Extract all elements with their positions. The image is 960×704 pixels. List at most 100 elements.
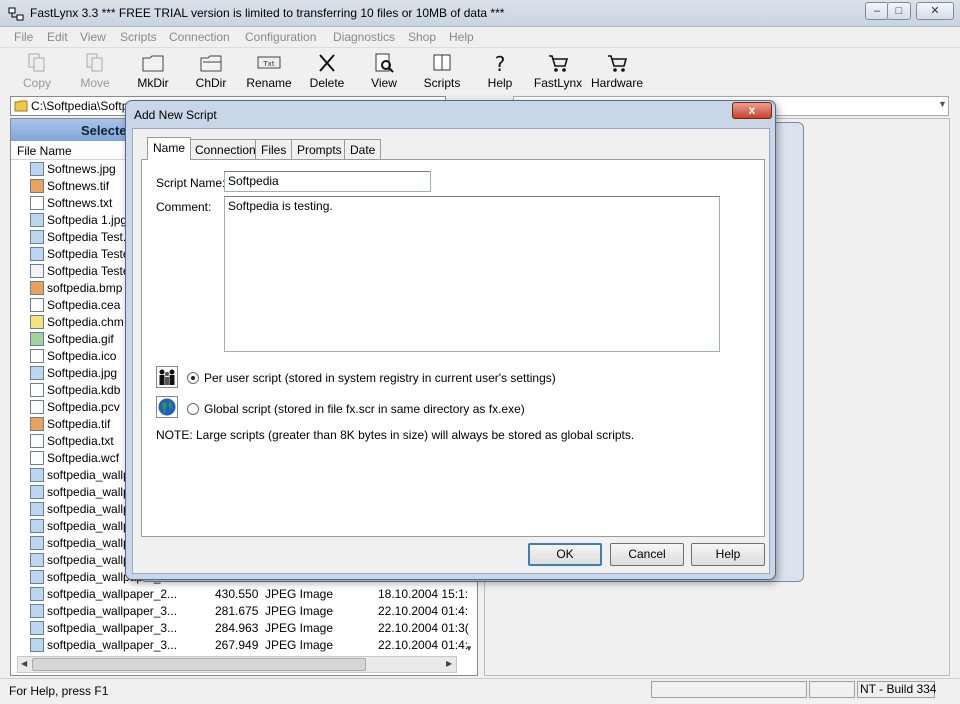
file-icon <box>30 162 44 176</box>
file-type: JPEG Image <box>265 621 334 635</box>
view-button[interactable]: View <box>361 50 407 92</box>
scripts-button[interactable]: Scripts <box>419 50 465 92</box>
file-icon <box>30 298 44 312</box>
file-icon <box>30 587 44 601</box>
tab-files[interactable]: Files <box>255 139 293 159</box>
file-size: 281.675 <box>215 604 259 618</box>
per-user-option-label[interactable]: Per user script (stored in system regist… <box>204 371 556 385</box>
file-icon <box>30 332 44 346</box>
help-button[interactable]: ? Help <box>477 50 523 92</box>
file-name: Softpedia Teste <box>47 264 130 278</box>
status-bar: For Help, press F1 NT - Build 334 <box>0 678 960 704</box>
file-name: softpedia_wallp <box>47 468 130 482</box>
shopping-cart-icon <box>608 55 628 72</box>
status-panel <box>651 681 807 698</box>
file-icon <box>30 196 44 210</box>
file-name: softpedia_wallpaper_3... <box>47 621 178 635</box>
note-text: NOTE: Large scripts (greater than 8K byt… <box>156 428 635 442</box>
radio-selected-dot <box>191 376 195 380</box>
file-date: 22.10.2004 01:4: <box>378 638 469 652</box>
file-name: softpedia.bmp <box>47 281 123 295</box>
toolbar: Copy Move MkDir ChDir Txt Rename Delete … <box>0 48 960 94</box>
chdir-button[interactable]: ChDir <box>188 50 234 92</box>
copy-button[interactable]: Copy <box>14 50 60 92</box>
add-new-script-dialog: Add New Script x Name Connection Files P… <box>125 100 776 580</box>
menu-configuration[interactable]: Configuration <box>245 30 316 44</box>
menu-help[interactable]: Help <box>449 30 474 44</box>
left-path-text: C:\Softpedia\Softp <box>31 99 129 113</box>
scroll-right-arrow-icon[interactable]: ▶ <box>446 659 452 668</box>
scroll-left-arrow-icon[interactable]: ◀ <box>21 659 27 668</box>
global-option-label[interactable]: Global script (stored in file fx.scr in … <box>204 402 525 416</box>
file-name: Softpedia.gif <box>47 332 114 346</box>
file-name: softpedia_wallp <box>47 519 130 533</box>
window-close-button[interactable]: ✕ <box>916 2 954 20</box>
file-icon <box>30 451 44 465</box>
file-name: Softpedia.jpg <box>47 366 118 380</box>
file-icon <box>30 315 44 329</box>
file-row[interactable]: softpedia_wallpaper_3... 281.675 JPEG Imag… <box>11 603 471 620</box>
copy-icon <box>28 53 45 72</box>
ok-button[interactable]: OK <box>528 543 602 566</box>
fastlynx-shop-button[interactable]: FastLynx <box>533 50 583 92</box>
tab-strip: Name Connection Files Prompts Date <box>141 137 741 160</box>
file-name: Softnews.jpg <box>47 162 116 176</box>
file-size: 430.550 <box>215 587 259 601</box>
file-icon <box>30 519 44 533</box>
menu-file[interactable]: File <box>14 30 33 44</box>
file-date: 18.10.2004 15:1: <box>378 587 469 601</box>
comment-textarea[interactable]: Softpedia is testing. <box>224 196 720 352</box>
per-user-radio[interactable] <box>187 372 199 384</box>
file-icon <box>30 383 44 397</box>
global-radio[interactable] <box>187 403 199 415</box>
file-row[interactable]: softpedia_wallpaper_3... 284.963 JPEG Imag… <box>11 620 471 637</box>
tab-date[interactable]: Date <box>344 139 382 159</box>
question-mark-icon: ? <box>495 52 506 74</box>
folder-icon <box>14 100 28 112</box>
file-name: Softnews.tif <box>47 179 110 193</box>
scrollbar-thumb[interactable] <box>32 658 366 671</box>
globe-icon <box>156 396 178 418</box>
tab-name[interactable]: Name <box>147 137 192 160</box>
file-icon <box>30 366 44 380</box>
maximize-button[interactable]: □ <box>887 2 911 20</box>
mkdir-button[interactable]: MkDir <box>130 50 176 92</box>
dialog-close-button[interactable]: x <box>732 102 772 119</box>
hardware-shop-button[interactable]: Hardware <box>589 50 645 92</box>
move-button[interactable]: Move <box>72 50 118 92</box>
menu-bar: File Edit View Scripts Connection Config… <box>0 27 960 48</box>
script-name-input[interactable]: Softpedia <box>224 171 431 192</box>
title-bar: FastLynx 3.3 *** FREE TRIAL version is l… <box>0 0 960 27</box>
file-row[interactable]: softpedia_wallpaper_2... 430.550 JPEG Imag… <box>11 586 471 603</box>
file-type: JPEG Image <box>265 604 334 618</box>
horizontal-scrollbar[interactable]: ◀ ▶ <box>17 656 457 673</box>
folder-open-icon <box>200 55 222 72</box>
tab-connection[interactable]: Connection <box>189 139 262 159</box>
scroll-down-arrow-icon[interactable]: ▼ <box>465 644 473 653</box>
magnifier-icon <box>375 53 394 73</box>
file-name: Softpedia.cea <box>47 298 121 312</box>
delete-button[interactable]: Delete <box>304 50 350 92</box>
column-header-file-name: File Name <box>17 144 72 158</box>
file-name: softpedia_wallpaper_3... <box>47 604 178 618</box>
file-name: Softnews.txt <box>47 196 113 210</box>
menu-scripts[interactable]: Scripts <box>120 30 157 44</box>
book-icon <box>433 54 451 71</box>
menu-shop[interactable]: Shop <box>408 30 436 44</box>
minimize-button[interactable]: – <box>865 2 889 20</box>
rename-button[interactable]: Txt Rename <box>244 50 294 92</box>
menu-diagnostics[interactable]: Diagnostics <box>333 30 395 44</box>
help-dialog-button[interactable]: Help <box>691 543 765 566</box>
svg-text:Txt: Txt <box>262 60 274 68</box>
tab-prompts[interactable]: Prompts <box>291 139 348 159</box>
cancel-button[interactable]: Cancel <box>610 543 684 566</box>
menu-edit[interactable]: Edit <box>47 30 68 44</box>
move-icon <box>86 53 103 72</box>
status-panel <box>809 681 855 698</box>
file-icon <box>30 400 44 414</box>
file-row[interactable]: softpedia_wallpaper_3... 267.949 JPEG Imag… <box>11 637 471 654</box>
file-name: softpedia_wallp <box>47 485 130 499</box>
file-date: 22.10.2004 01:4: <box>378 604 469 618</box>
menu-view[interactable]: View <box>80 30 106 44</box>
menu-connection[interactable]: Connection <box>169 30 230 44</box>
